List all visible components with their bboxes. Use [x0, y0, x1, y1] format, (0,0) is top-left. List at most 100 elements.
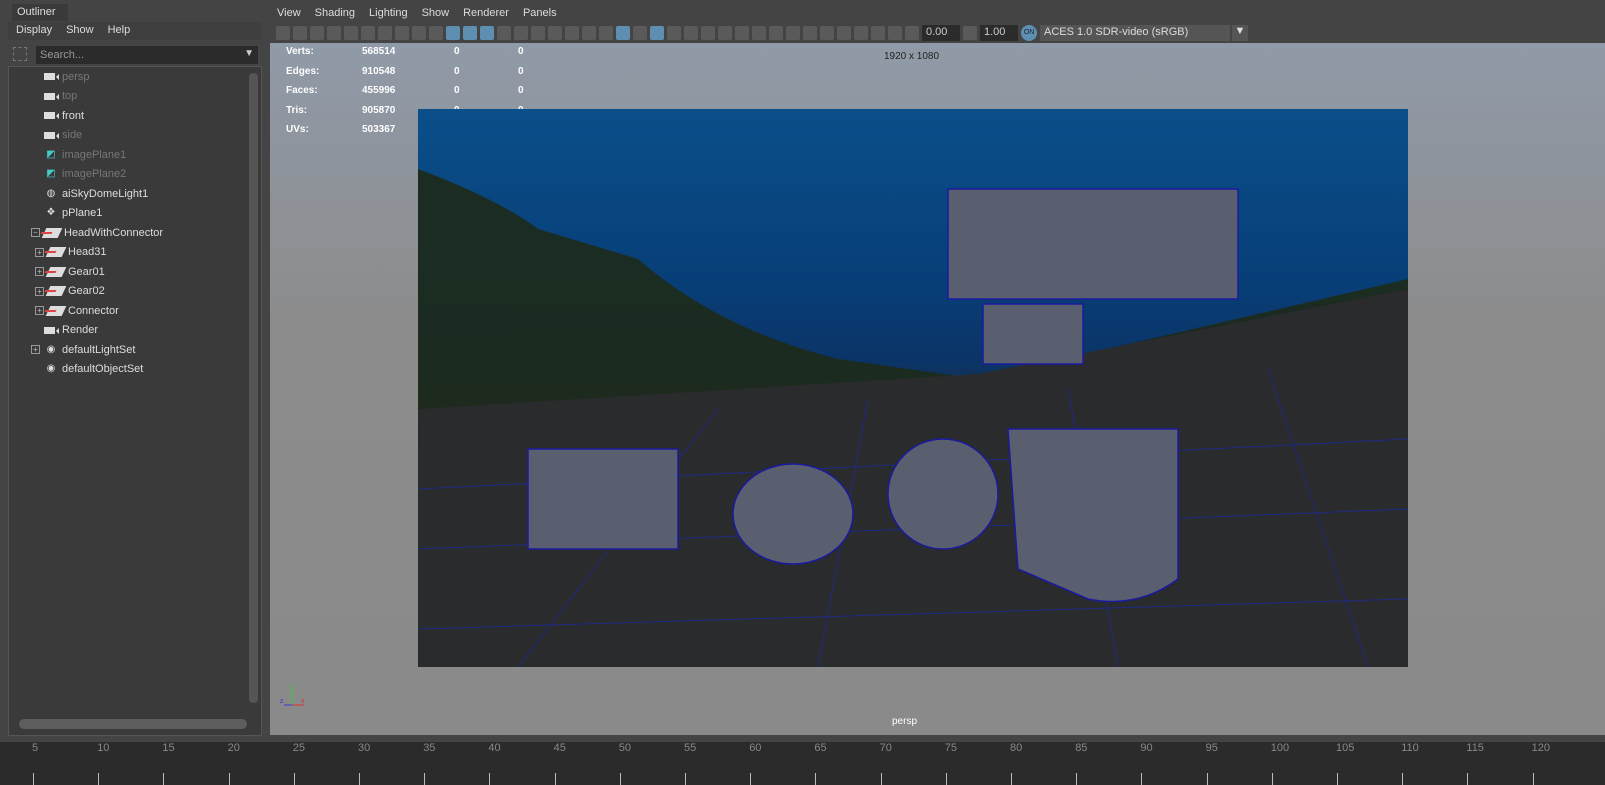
frame-tick-label: 75: [944, 742, 958, 754]
viewport-3d[interactable]: Verts: 568514 0 0 Edges: 910548 0 0 Faces: 455996…: [270, 43, 1605, 735]
toolbar-button-icon[interactable]: [344, 26, 358, 40]
toolbar-button-icon[interactable]: [752, 26, 766, 40]
outliner-item-label: imagePlane1: [62, 148, 127, 161]
hud-value: 503367: [362, 124, 396, 135]
toolbar-button-icon[interactable]: [599, 26, 613, 40]
toolbar-button-icon[interactable]: [412, 26, 426, 40]
toolbar-button-icon[interactable]: [888, 26, 902, 40]
outliner-item[interactable]: + Gear02: [35, 282, 105, 301]
toolbar-button-icon[interactable]: [667, 26, 681, 40]
menu-shading[interactable]: Shading: [315, 7, 355, 19]
toolbar-button-icon[interactable]: [701, 26, 715, 40]
toolbar-button-icon[interactable]: [871, 26, 885, 40]
toolbar-button-icon[interactable]: [497, 26, 511, 40]
collapse-icon[interactable]: −: [31, 228, 40, 237]
menu-help[interactable]: Help: [108, 24, 131, 38]
exposure-field[interactable]: 0.00: [922, 25, 960, 41]
toolbar-button-icon[interactable]: [531, 26, 545, 40]
toolbar-button-icon[interactable]: [565, 26, 579, 40]
toolbar-button-icon[interactable]: [310, 26, 324, 40]
toolbar-button-icon[interactable]: [276, 26, 290, 40]
outliner-item[interactable]: ◩ imagePlane1: [31, 145, 126, 164]
expand-icon[interactable]: +: [35, 286, 44, 296]
toolbar-button-icon[interactable]: [514, 26, 528, 40]
time-slider[interactable]: 5 10 15 20 25 30 35 40 45 50 55 60 65 70 75 80 85 90 95 100…: [0, 742, 1605, 785]
transform-icon: [45, 266, 67, 277]
toolbar-button-icon[interactable]: [378, 26, 392, 40]
menu-show[interactable]: Show: [422, 7, 450, 19]
toolbar-button-icon[interactable]: [429, 26, 443, 40]
outliner-item-label: HeadWithConnector: [64, 226, 164, 239]
frame-tick-label: 90: [1140, 742, 1153, 754]
toolbar-button-icon[interactable]: [905, 26, 919, 40]
outliner-item[interactable]: + Gear01: [35, 262, 105, 281]
toolbar-button-icon[interactable]: [718, 26, 732, 40]
outliner-item[interactable]: Render: [31, 321, 98, 340]
gamma-icon[interactable]: [963, 26, 977, 40]
frame-tick: [228, 773, 230, 785]
horizontal-scrollbar[interactable]: [19, 719, 247, 729]
hud-label: Tris:: [286, 104, 308, 116]
toolbar-button-icon[interactable]: [582, 26, 596, 40]
outliner-item[interactable]: ◉ defaultObjectSet: [31, 360, 144, 379]
expand-icon[interactable]: +: [35, 267, 44, 276]
outliner-item[interactable]: + ◉ defaultLightSet: [31, 340, 135, 359]
menu-panels[interactable]: Panels: [523, 7, 557, 19]
toolbar-button-icon[interactable]: [327, 26, 341, 40]
outliner-item[interactable]: + Connector: [35, 301, 119, 320]
expand-icon[interactable]: +: [35, 306, 44, 315]
toolbar-button-icon[interactable]: [735, 26, 749, 40]
outliner-item[interactable]: front: [31, 106, 84, 125]
menu-show[interactable]: Show: [66, 24, 94, 38]
hud-value: 568514: [362, 46, 396, 57]
gamma-field[interactable]: 1.00: [980, 25, 1018, 41]
select-icon[interactable]: [13, 47, 27, 61]
toolbar-button-icon[interactable]: [820, 26, 834, 40]
color-space-select[interactable]: ACES 1.0 SDR-video (sRGB) ▼: [1040, 25, 1248, 41]
menu-lighting[interactable]: Lighting: [369, 7, 408, 19]
toolbar-button-icon[interactable]: [684, 26, 698, 40]
menu-renderer[interactable]: Renderer: [463, 7, 509, 19]
search-input[interactable]: Search... ▼: [36, 46, 258, 64]
frame-tick: [359, 773, 360, 785]
outliner-item[interactable]: ◩ imagePlane2: [31, 165, 126, 184]
expand-icon[interactable]: +: [31, 345, 40, 354]
menu-display[interactable]: Display: [16, 24, 52, 38]
toolbar-button-icon[interactable]: [769, 26, 783, 40]
outliner-item[interactable]: side: [31, 126, 82, 145]
hud-value: 0: [518, 85, 524, 96]
frame-tick-label: 110: [1401, 742, 1419, 754]
chevron-down-icon[interactable]: ▼: [244, 48, 254, 59]
vertical-scrollbar[interactable]: [249, 73, 258, 703]
frame-tick: [1206, 773, 1208, 785]
toolbar-button-icon[interactable]: [293, 26, 307, 40]
toolbar-button-icon[interactable]: [633, 26, 647, 40]
expand-icon[interactable]: +: [35, 247, 44, 257]
menu-view[interactable]: View: [277, 7, 301, 19]
toolbar-button-icon[interactable]: [616, 26, 630, 40]
outliner-item[interactable]: + Head31: [35, 243, 107, 262]
outliner-item[interactable]: ◍ aiSkyDomeLight1: [31, 184, 149, 203]
frame-tick: [1337, 773, 1338, 785]
toolbar-button-icon[interactable]: [361, 26, 375, 40]
outliner-item[interactable]: top: [31, 87, 77, 106]
search-placeholder: Search...: [40, 49, 85, 61]
toolbar-button-icon[interactable]: [548, 26, 562, 40]
chevron-down-icon[interactable]: ▼: [1232, 25, 1248, 41]
toolbar-button-icon[interactable]: [463, 26, 477, 40]
outliner-item[interactable]: − HeadWithConnector: [31, 223, 163, 242]
outliner-item[interactable]: ❖ pPlane1: [31, 204, 103, 223]
toolbar-button-icon[interactable]: [837, 26, 851, 40]
toolbar-button-icon[interactable]: [803, 26, 817, 40]
outliner-item[interactable]: persp: [31, 67, 90, 86]
toolbar-button-icon[interactable]: [650, 26, 664, 40]
camera-icon: [44, 73, 59, 80]
toolbar-button-icon[interactable]: [480, 26, 494, 40]
toolbar-button-icon[interactable]: [854, 26, 868, 40]
color-management-toggle[interactable]: ON: [1021, 25, 1037, 41]
toolbar-button-icon[interactable]: [395, 26, 409, 40]
tab-outliner[interactable]: Outliner: [12, 4, 68, 21]
toolbar-button-icon[interactable]: [446, 26, 460, 40]
toolbar-button-icon[interactable]: [786, 26, 800, 40]
camera-name-label: persp: [892, 716, 918, 727]
